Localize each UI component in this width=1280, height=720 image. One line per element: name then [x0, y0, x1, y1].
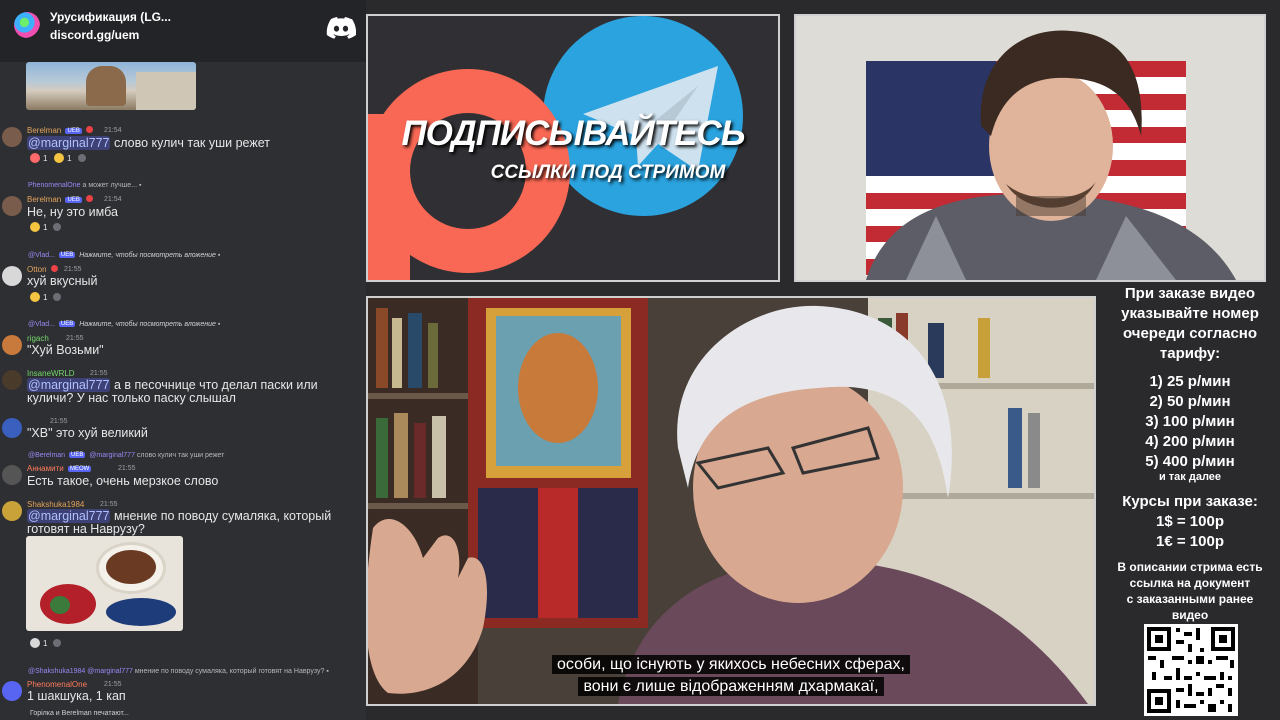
reaction-emoji-icon [30, 292, 40, 302]
server-invite-link[interactable]: discord.gg/uem [50, 28, 139, 42]
typing-indicator: Горілка и Berelman печатают... [30, 710, 129, 717]
reply-preview[interactable]: @Berelman UEB @marginal777 слово кулич т… [28, 452, 224, 459]
message-author[interactable]: Аннамити MEOW [27, 464, 93, 473]
tariff-item: 3) 100 р/мин [1145, 413, 1235, 430]
user-mention[interactable]: @marginal777 [27, 136, 111, 150]
description-note: ссылка на документ [1129, 576, 1251, 590]
message-attachment-image[interactable] [26, 62, 196, 110]
message-time: 21:54 [104, 127, 122, 134]
discord-chat-overlay: Урусификация (LG... discord.gg/uem Berel… [0, 0, 366, 720]
message-text: Не, ну это имба [27, 205, 118, 219]
message-text: Есть такое, очень мерзкое слово [27, 474, 219, 488]
discord-logo-icon [326, 17, 356, 39]
reaction-bar[interactable]: 1 [30, 292, 62, 304]
reply-preview[interactable]: @Vlad... UEB Нажмите, чтобы посмотреть в… [28, 321, 220, 328]
add-reaction-icon [53, 293, 62, 301]
avatar[interactable] [2, 370, 22, 390]
tariff-item: 5) 400 р/мин [1145, 453, 1235, 470]
promo-title: ПОДПИСЫВАЙТЕСЬ [401, 114, 745, 153]
reaction-bar[interactable]: 1 [30, 222, 62, 234]
message-time: 21:55 [90, 370, 108, 377]
add-reaction-icon [53, 223, 62, 231]
message-author[interactable]: Berelman UEB [27, 195, 95, 204]
description-note: с заказанными ранее [1126, 592, 1254, 606]
video-subtitle-line: вони є лише відображенням дхармакаї, [368, 677, 1094, 696]
main-video-player[interactable]: особи, що існують у якихось небесних сфе… [366, 296, 1096, 706]
webcam-feed [794, 14, 1266, 282]
reaction-bar[interactable]: 1 1 [30, 153, 86, 165]
stream-layout: Урусификация (LG... discord.gg/uem Berel… [0, 0, 1280, 720]
message-time: 21:54 [104, 196, 122, 203]
reaction-emoji-icon [30, 222, 40, 232]
message-author[interactable]: PhenomenalOne [27, 680, 87, 689]
avatar[interactable] [2, 266, 22, 286]
reply-preview[interactable]: PhenomenalOne а может лучше... ▪ [28, 182, 141, 189]
reply-preview[interactable]: @Vlad... UEB Нажмите, чтобы посмотреть в… [28, 252, 220, 259]
rate-eur: 1€ = 100р [1156, 533, 1224, 550]
reaction-emoji-icon [54, 153, 65, 163]
reaction-emoji-icon [30, 153, 40, 163]
server-icon[interactable] [14, 12, 40, 38]
message-attachment-image[interactable] [26, 536, 183, 631]
message-time: 21:55 [50, 418, 68, 425]
info-heading: указывайте номер [1121, 305, 1259, 322]
message-text: "ХВ" это хуй великий [27, 426, 148, 440]
message-time: 21:55 [64, 266, 82, 273]
server-name: Урусификация (LG... [50, 10, 171, 24]
video-subtitle-line: особи, що існують у якихось небесних сфе… [368, 655, 1094, 674]
tariff-etc: и так далее [1158, 471, 1222, 483]
info-heading: тарифу: [1159, 345, 1221, 362]
webcam-scene [796, 16, 1264, 280]
avatar[interactable] [2, 465, 22, 485]
message-author[interactable]: Otton [27, 265, 60, 274]
chat-header: Урусификация (LG... discord.gg/uem [0, 0, 366, 62]
message-text: хуй вкусный [27, 274, 98, 288]
description-note: видео [1171, 608, 1209, 622]
subscribe-promo-panel: ПОДПИСЫВАЙТЕСЬ ССЫЛКИ ПОД СТРИМОМ [366, 14, 780, 282]
message-text: готовят на Наврузу? [27, 522, 145, 536]
avatar[interactable] [2, 501, 22, 521]
rates-title: Курсы при заказе: [1122, 493, 1258, 510]
message-author[interactable]: rigach [27, 334, 49, 343]
message-time: 21:55 [100, 501, 118, 508]
info-heading: При заказе видео [1124, 285, 1256, 302]
user-mention[interactable]: @marginal777 [27, 378, 111, 392]
add-reaction-icon [53, 639, 62, 647]
message-time: 21:55 [118, 465, 136, 472]
tariff-item: 1) 25 р/мин [1149, 373, 1231, 390]
video-frame [368, 298, 1094, 704]
avatar[interactable] [2, 681, 22, 701]
message-time: 21:55 [66, 335, 84, 342]
message-author[interactable]: InsaneWRLD [27, 369, 75, 378]
reply-preview[interactable]: @Shakshuka1984 @marginal777 мнение по по… [28, 668, 329, 675]
message-text: куличи? У нас только паску слышал [27, 391, 236, 405]
qr-code-image[interactable] [1144, 624, 1238, 716]
reaction-bar[interactable]: 1 [30, 638, 62, 650]
message-time: 21:55 [104, 681, 122, 688]
avatar[interactable] [2, 127, 22, 147]
info-heading: очереди согласно [1122, 325, 1258, 342]
message-author[interactable]: Berelman UEB [27, 126, 95, 135]
message-text: "Хуй Возьми" [27, 343, 104, 357]
tariff-item: 2) 50 р/мин [1149, 393, 1231, 410]
message-text: 1 шакшука, 1 кап [27, 689, 126, 703]
tariff-item: 4) 200 р/мин [1145, 433, 1235, 450]
reaction-emoji-icon [30, 638, 40, 648]
rate-usd: 1$ = 100р [1156, 513, 1224, 530]
avatar[interactable] [2, 335, 22, 355]
user-mention[interactable]: @marginal777 [27, 509, 111, 523]
message-author[interactable]: Shakshuka1984 [27, 500, 84, 509]
promo-subtitle: ССЫЛКИ ПОД СТРИМОМ [490, 162, 726, 183]
description-note: В описании стрима есть [1117, 560, 1263, 574]
avatar[interactable] [2, 418, 22, 438]
add-reaction-icon [77, 154, 86, 162]
avatar[interactable] [2, 196, 22, 216]
message-text: @marginal777 слово кулич так уши режет [27, 136, 270, 150]
